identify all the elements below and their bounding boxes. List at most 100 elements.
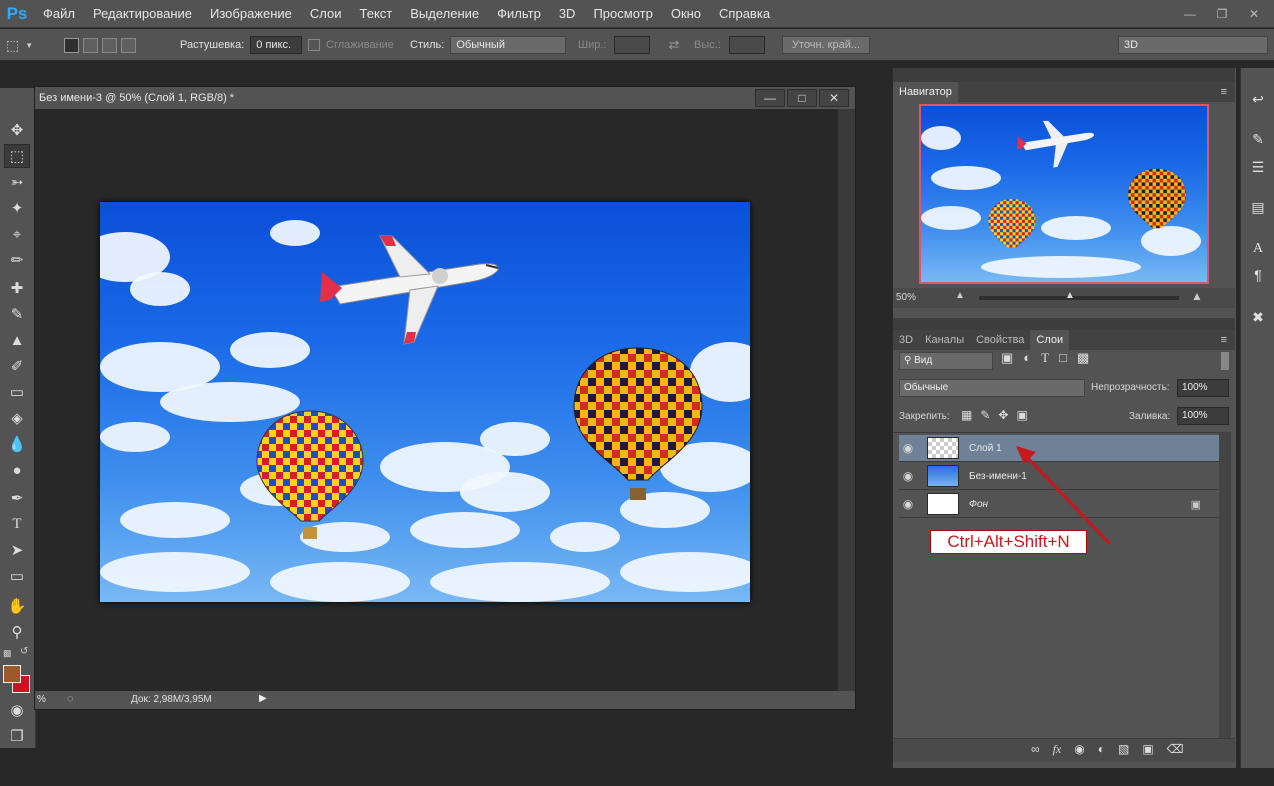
- history-brush-icon[interactable]: ✐: [4, 354, 30, 378]
- rectangle-tool-icon[interactable]: ▭: [4, 564, 30, 588]
- menu-image[interactable]: Изображение: [201, 0, 301, 28]
- quick-mask-icon[interactable]: ◉: [4, 698, 30, 722]
- style-select[interactable]: Обычный: [450, 36, 567, 54]
- add-selection-icon[interactable]: [83, 37, 98, 53]
- marquee-tool-icon[interactable]: ⬚: [4, 144, 30, 168]
- subtract-selection-icon[interactable]: [102, 37, 117, 53]
- dodge-tool-icon[interactable]: ●: [4, 458, 30, 482]
- document-titlebar[interactable]: Без имени-3 @ 50% (Слой 1, RGB/8) * — □ …: [35, 87, 855, 109]
- layers-panel-menu-icon[interactable]: ≡: [1221, 330, 1227, 350]
- crop-tool-icon[interactable]: ⌖: [4, 222, 30, 246]
- screen-mode-icon[interactable]: ❐: [4, 724, 30, 748]
- zoom-slider-handle-icon[interactable]: ▲: [1065, 290, 1075, 301]
- default-colors-icon[interactable]: ▩: [3, 648, 12, 659]
- status-menu-arrow-icon[interactable]: ▶: [259, 693, 267, 704]
- vertical-scrollbar[interactable]: [837, 109, 855, 691]
- swap-colors-icon[interactable]: ↺: [20, 646, 28, 657]
- doc-close-icon[interactable]: ✕: [819, 89, 849, 107]
- width-input[interactable]: [614, 36, 651, 54]
- pen-tool-icon[interactable]: ✒: [4, 486, 30, 510]
- new-selection-icon[interactable]: [64, 37, 79, 53]
- intersect-selection-icon[interactable]: [121, 37, 136, 53]
- new-group-icon[interactable]: ▧: [1118, 742, 1129, 757]
- canvas-photo[interactable]: [100, 202, 750, 602]
- layers-scrollbar[interactable]: [1219, 432, 1231, 738]
- brush-tool-icon[interactable]: ✎: [4, 302, 30, 326]
- visibility-eye-icon[interactable]: ◉: [899, 441, 917, 455]
- feather-input[interactable]: 0 пикс.: [250, 36, 303, 54]
- lock-all-icon[interactable]: ▣: [1016, 408, 1027, 422]
- menu-select[interactable]: Выделение: [401, 0, 488, 28]
- magic-wand-icon[interactable]: ✦: [4, 196, 30, 220]
- navigator-thumbnail[interactable]: [919, 104, 1209, 284]
- path-selection-icon[interactable]: ➤: [4, 538, 30, 562]
- lasso-tool-icon[interactable]: ➳: [4, 170, 30, 194]
- paragraph-panel-icon[interactable]: ¶: [1246, 264, 1270, 286]
- menu-3d[interactable]: 3D: [550, 0, 585, 28]
- healing-brush-icon[interactable]: ✚: [4, 276, 30, 300]
- filter-adjustment-icon[interactable]: ◐: [1023, 350, 1031, 366]
- new-layer-icon[interactable]: ▣: [1142, 742, 1153, 757]
- character-panel-icon[interactable]: A: [1246, 238, 1270, 260]
- status-refresh-icon[interactable]: ◌: [67, 693, 74, 705]
- fill-input[interactable]: 100%: [1177, 407, 1229, 425]
- menu-filter[interactable]: Фильтр: [488, 0, 550, 28]
- layer-mask-icon[interactable]: ◉: [1074, 742, 1084, 757]
- antialias-checkbox[interactable]: [308, 39, 320, 51]
- lock-position-icon[interactable]: ✥: [998, 408, 1008, 422]
- brush-presets-icon[interactable]: ✎: [1246, 128, 1270, 150]
- layer-style-icon[interactable]: fx: [1053, 742, 1062, 757]
- lock-pixels-icon[interactable]: ✎: [980, 408, 990, 422]
- type-tool-icon[interactable]: T: [4, 512, 30, 536]
- restore-icon[interactable]: ❐: [1208, 5, 1236, 23]
- link-layers-icon[interactable]: ∞: [1031, 742, 1040, 757]
- visibility-eye-icon[interactable]: ◉: [899, 497, 917, 511]
- close-icon[interactable]: ✕: [1240, 5, 1268, 23]
- workspace-select[interactable]: 3D: [1118, 36, 1268, 54]
- layer-filter-select[interactable]: ⚲ Вид: [899, 352, 993, 370]
- blend-mode-select[interactable]: Обычные: [899, 379, 1085, 397]
- tab-layers[interactable]: Слои: [1030, 330, 1070, 350]
- zoom-tool-icon[interactable]: ⚲: [4, 620, 30, 644]
- filter-smart-object-icon[interactable]: ▩: [1077, 350, 1089, 366]
- eyedropper-icon[interactable]: ✏: [4, 248, 30, 272]
- zoom-slider[interactable]: [979, 296, 1179, 300]
- filter-pixel-icon[interactable]: ▣: [1001, 350, 1013, 366]
- visibility-eye-icon[interactable]: ◉: [899, 469, 917, 483]
- paragraph-styles-icon[interactable]: ▤: [1246, 196, 1270, 218]
- menu-view[interactable]: Просмотр: [584, 0, 661, 28]
- menu-layers[interactable]: Слои: [301, 0, 351, 28]
- swap-icon[interactable]: ⇄: [668, 37, 679, 53]
- paint-bucket-icon[interactable]: ◈: [4, 406, 30, 430]
- minimize-icon[interactable]: —: [1176, 5, 1204, 23]
- height-input[interactable]: [728, 36, 765, 54]
- doc-minimize-icon[interactable]: —: [755, 89, 785, 107]
- foreground-color-swatch[interactable]: [3, 665, 21, 683]
- menu-window[interactable]: Окно: [662, 0, 710, 28]
- zoom-in-icon[interactable]: ▲: [1191, 289, 1203, 303]
- tab-properties[interactable]: Свойства: [970, 330, 1030, 350]
- doc-maximize-icon[interactable]: □: [787, 89, 817, 107]
- filter-shape-icon[interactable]: □: [1059, 350, 1067, 366]
- canvas-area[interactable]: [35, 109, 837, 691]
- move-tool-icon[interactable]: ✥: [4, 118, 30, 142]
- adjustment-layer-icon[interactable]: ◐: [1098, 742, 1105, 757]
- adjustments-panel-icon[interactable]: ☰: [1246, 156, 1270, 178]
- tab-channels[interactable]: Каналы: [919, 330, 970, 350]
- panel-menu-icon[interactable]: ≡: [1221, 82, 1227, 102]
- navigator-zoom-value[interactable]: 50%: [896, 292, 916, 303]
- filter-type-icon[interactable]: T: [1041, 350, 1049, 366]
- menu-edit[interactable]: Редактирование: [84, 0, 201, 28]
- tool-preset-picker[interactable]: ⬚ ▼: [6, 29, 33, 61]
- zoom-out-icon[interactable]: ▲: [955, 290, 965, 301]
- opacity-input[interactable]: 100%: [1177, 379, 1229, 397]
- hand-tool-icon[interactable]: ✋: [4, 594, 30, 618]
- navigator-preview[interactable]: [919, 104, 1209, 284]
- menu-type[interactable]: Текст: [351, 0, 402, 28]
- menu-file[interactable]: Файл: [34, 0, 84, 28]
- history-panel-icon[interactable]: ↩: [1246, 88, 1270, 110]
- lock-transparency-icon[interactable]: ▦: [961, 408, 972, 422]
- filter-toggle[interactable]: [1221, 352, 1229, 370]
- refine-edge-button[interactable]: Уточн. край...: [782, 36, 870, 54]
- blur-tool-icon[interactable]: 💧: [4, 432, 30, 456]
